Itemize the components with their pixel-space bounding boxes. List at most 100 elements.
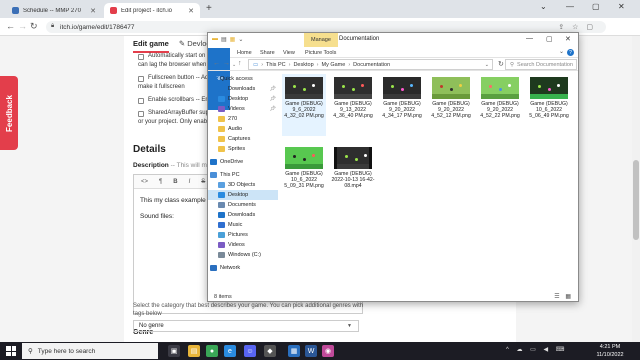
chrome-icon[interactable]: ●	[206, 345, 218, 357]
nav-item-desktop[interactable]: Desktop	[208, 190, 278, 200]
image-file-item[interactable]: Game (DEBUG) 9_6_2022 4_32_02 PM.png	[282, 74, 326, 136]
nav-item-videos[interactable]: Videos 📌︎	[208, 104, 278, 114]
manage-tab[interactable]: Manage	[304, 33, 338, 47]
nav-item-videos[interactable]: Videos	[208, 240, 278, 250]
path-breadcrumb[interactable]: ▭ › This PC › Desktop › My Game › Docume…	[248, 59, 493, 70]
taskbar-clock[interactable]: 4:21 PM 11/10/2022	[590, 343, 630, 359]
image-file-item[interactable]: Game (DEBUG) 10_6_2022 5_06_49 PM.png	[527, 74, 571, 136]
explorer-search-input[interactable]: ⚲ Search Documentation	[505, 59, 577, 70]
path-segment[interactable]: This PC	[266, 62, 286, 68]
nav-item-downloads[interactable]: Downloads	[208, 210, 278, 220]
maximize-icon[interactable]: ▢	[546, 35, 553, 43]
chevron-down-icon[interactable]: ⌄	[559, 48, 564, 55]
checkbox[interactable]	[138, 76, 144, 82]
nav-item-music[interactable]: Music	[208, 220, 278, 230]
reload-icon[interactable]: ↻	[30, 21, 38, 32]
image-file-item[interactable]: Game (DEBUG) 9_20_2022 4_52_12 PM.png	[429, 74, 473, 136]
path-segment[interactable]: Documentation	[353, 62, 390, 68]
minimize-icon[interactable]: —	[566, 2, 574, 11]
nav-item-network[interactable]: Network	[208, 263, 278, 273]
word-icon[interactable]: W	[305, 345, 317, 357]
back-icon[interactable]: ←	[213, 60, 220, 67]
up-icon[interactable]: ↑	[238, 60, 242, 67]
refresh-icon[interactable]: ↻	[498, 60, 504, 68]
chevron-down-icon[interactable]: ⌄	[540, 2, 547, 11]
close-icon[interactable]: ✕	[618, 2, 625, 11]
path-segment[interactable]: My Game	[321, 62, 345, 68]
properties-icon[interactable]: ▤	[221, 36, 227, 43]
pin-icon[interactable]: 📌︎	[270, 86, 276, 92]
browser-tab-edit-project[interactable]: Edit project - itch.io ✕	[104, 3, 200, 18]
pin-icon[interactable]: 📌︎	[270, 96, 276, 102]
photos-icon[interactable]: ◉	[322, 345, 334, 357]
minimize-icon[interactable]: —	[526, 35, 533, 42]
video-file-item[interactable]: Game (DEBUG) 2022-10-13 16-42-08.mp4	[331, 144, 375, 206]
nav-item-audio[interactable]: Audio	[208, 124, 278, 134]
checkbox[interactable]	[138, 54, 144, 60]
nav-item-sprites[interactable]: Sprites	[208, 144, 278, 154]
new-tab-icon[interactable]: +	[206, 3, 212, 14]
close-icon[interactable]: ✕	[565, 35, 571, 43]
taskbar-search-input[interactable]: ⚲ Type here to search	[22, 343, 158, 359]
view-mode-icon[interactable]: ☰ ▦	[554, 293, 573, 300]
fullscreen-option[interactable]: Fullscreen button -- Add	[138, 75, 212, 82]
discord-icon[interactable]: ☺	[244, 345, 256, 357]
windows-start-icon[interactable]	[6, 346, 16, 356]
italic-button[interactable]: I	[189, 179, 191, 185]
file-explorer-icon[interactable]: ▤	[188, 345, 200, 357]
code-view-button[interactable]: <>	[141, 179, 148, 185]
chevron-down-icon[interactable]: ⌄	[485, 62, 489, 68]
maximize-icon[interactable]: ▢	[592, 2, 600, 11]
pin-icon[interactable]: 📌︎	[270, 106, 276, 112]
close-tab-icon[interactable]: ✕	[90, 7, 96, 15]
ribbon-tab-view[interactable]: View	[283, 48, 295, 58]
nav-item-captures[interactable]: Captures	[208, 134, 278, 144]
ribbon-tab-share[interactable]: Share	[260, 48, 275, 58]
checkbox[interactable]	[138, 111, 144, 117]
help-icon[interactable]: ?	[567, 49, 574, 56]
nav-item-onedrive[interactable]: OneDrive	[208, 157, 278, 167]
autostart-option[interactable]: Automatically start on p	[138, 53, 210, 60]
unity-icon[interactable]: ◆	[264, 345, 276, 357]
edge-icon[interactable]: e	[224, 345, 236, 357]
chevron-down-icon[interactable]: ⌄	[238, 36, 243, 43]
nav-item-3d-objects[interactable]: 3D Objects	[208, 180, 278, 190]
tab-edit-game[interactable]: Edit game	[133, 39, 169, 53]
nav-item-this-pc[interactable]: This PC	[208, 170, 278, 180]
feedback-button[interactable]: Feedback	[0, 76, 18, 150]
nav-item-desktop[interactable]: Desktop 📌︎	[208, 94, 278, 104]
scrollbars-option[interactable]: Enable scrollbars -- Enab	[138, 97, 215, 104]
ribbon-tab-home[interactable]: Home	[237, 48, 252, 58]
strikethrough-button[interactable]: S	[201, 179, 205, 185]
system-tray-icons[interactable]: ^ ☁ ▭ ◀ ⌨	[506, 346, 567, 353]
nav-item-downloads[interactable]: Downloads 📌︎	[208, 84, 278, 94]
paragraph-button[interactable]: ¶	[159, 179, 162, 185]
back-icon[interactable]: ←	[6, 21, 15, 31]
tab-devlog[interactable]: ✎ Devlog	[179, 39, 211, 53]
ribbon-tab-picture-tools[interactable]: Picture Tools	[305, 48, 336, 58]
genre-select[interactable]: No genre ▼	[133, 320, 359, 332]
new-folder-icon[interactable]: ▦	[230, 36, 236, 43]
task-view-icon[interactable]: ▣	[168, 345, 180, 357]
close-tab-icon[interactable]: ✕	[188, 7, 194, 15]
image-file-item[interactable]: Game (DEBUG) 9_20_2022 4_52_22 PM.png	[478, 74, 522, 136]
checkbox[interactable]	[138, 98, 144, 104]
nav-item-documents[interactable]: Documents	[208, 200, 278, 210]
sharedarraybuffer-option[interactable]: SharedArrayBuffer sup	[138, 110, 209, 117]
path-segment[interactable]: Desktop	[293, 62, 313, 68]
browser-tab-schedule[interactable]: Schedule -- MMP 270 ✕	[6, 3, 102, 18]
image-file-item[interactable]: Game (DEBUG) 9_13_2022 4_36_40 PM.png	[331, 74, 375, 136]
image-file-item[interactable]: Game (DEBUG) 9_20_2022 4_34_17 PM.png	[380, 74, 424, 136]
recent-locations-icon[interactable]: ⌄	[232, 62, 236, 68]
page-scrollbar-thumb[interactable]	[633, 160, 639, 240]
nav-item-windows-c[interactable]: Windows (C:)	[208, 250, 278, 260]
forward-icon[interactable]: →	[223, 60, 230, 67]
star-icon[interactable]: ⇪ ☆ ▢	[558, 23, 596, 31]
nav-item-pictures[interactable]: Pictures	[208, 230, 278, 240]
nav-item-270[interactable]: 270	[208, 114, 278, 124]
nav-item-quick-access[interactable]: Quick access	[208, 74, 278, 84]
image-file-item[interactable]: Game (DEBUG) 10_6_2022 5_09_31 PM.png	[282, 144, 326, 206]
store-icon[interactable]: ▦	[288, 345, 300, 357]
forward-icon[interactable]: →	[18, 21, 27, 31]
bold-button[interactable]: B	[173, 179, 177, 185]
